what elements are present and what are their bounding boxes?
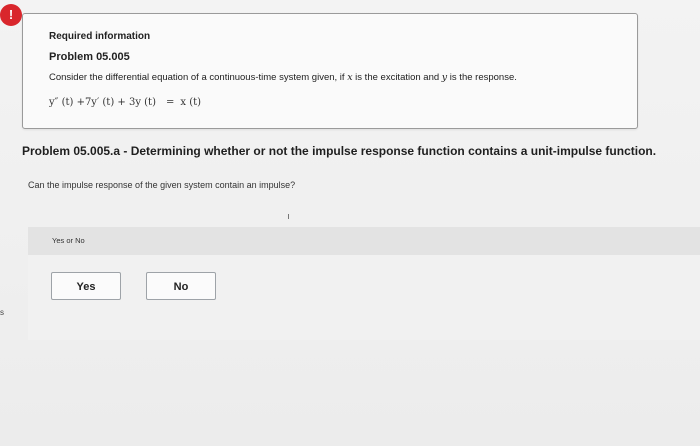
answer-area bbox=[28, 255, 700, 340]
problem-description: Consider the differential equation of a … bbox=[49, 72, 517, 83]
desc-after-y: is the response. bbox=[447, 72, 517, 83]
problem-number: Problem 05.005 bbox=[49, 51, 130, 63]
desc-between: is the excitation and bbox=[352, 72, 442, 83]
part-heading: Problem 05.005.a - Determining whether o… bbox=[22, 144, 657, 158]
yes-button[interactable]: Yes bbox=[51, 272, 121, 300]
edge-mark: s bbox=[0, 308, 4, 317]
differential-equation: y″ (t) +7y′ (t) + 3y (t) = x (t) bbox=[49, 97, 201, 108]
question-text: Can the impulse response of the given sy… bbox=[28, 180, 296, 190]
answer-header: Yes or No bbox=[28, 227, 700, 255]
text-cursor bbox=[288, 214, 289, 219]
required-information-panel: Required information Problem 05.005 Cons… bbox=[22, 13, 638, 129]
equation-equals: = bbox=[165, 97, 175, 108]
equation-rhs: x (t) bbox=[180, 97, 202, 108]
alert-icon: ! bbox=[0, 4, 22, 26]
no-button[interactable]: No bbox=[146, 272, 216, 300]
answer-label: Yes or No bbox=[52, 236, 85, 245]
desc-before-x: Consider the differential equation of a … bbox=[49, 72, 348, 83]
info-title: Required information bbox=[49, 31, 151, 42]
page: ! Required information Problem 05.005 Co… bbox=[0, 0, 700, 446]
equation-lhs: y″ (t) +7y′ (t) + 3y (t) bbox=[49, 97, 156, 108]
